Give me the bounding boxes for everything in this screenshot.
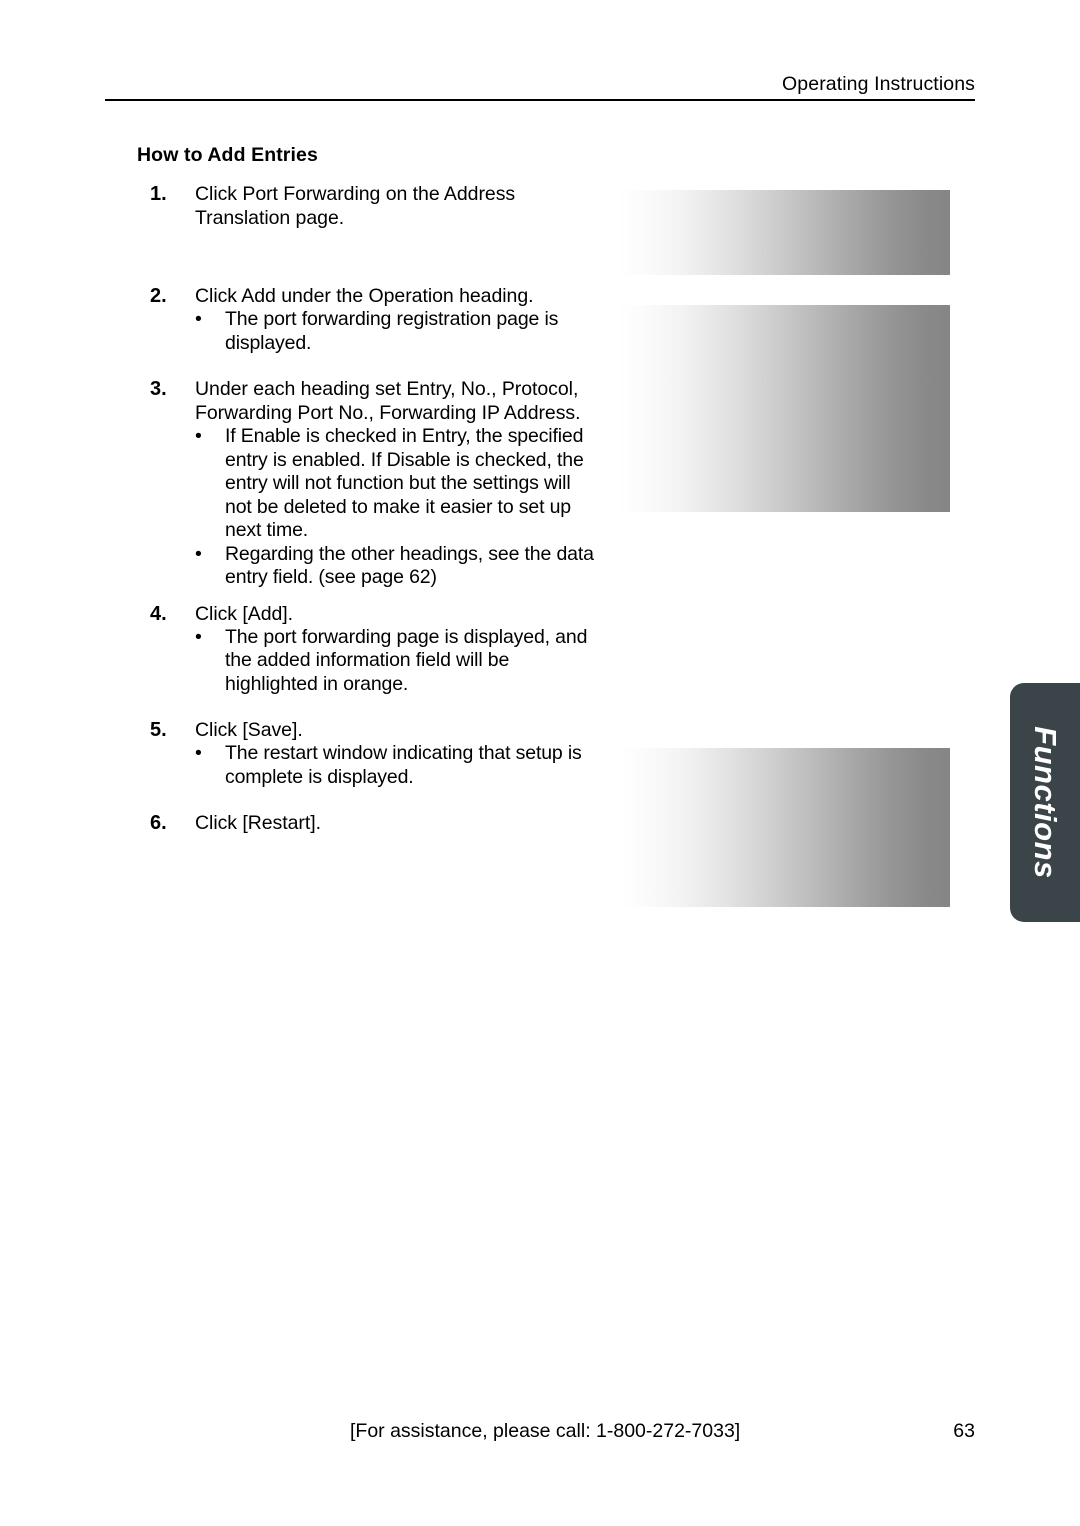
bullet-icon: • xyxy=(195,542,202,565)
step-2: 2. Click Add under the Operation heading… xyxy=(150,284,600,355)
bullet-text: If Enable is checked in Entry, the speci… xyxy=(225,425,584,541)
header-divider xyxy=(105,99,975,101)
section-heading: How to Add Entries xyxy=(137,144,318,166)
page-header: Operating Instructions xyxy=(105,72,975,102)
header-title: Operating Instructions xyxy=(782,73,975,95)
step-4-text: Click [Add]. xyxy=(195,602,294,625)
step-1-text: Click Port Forwarding on the Address Tra… xyxy=(195,183,516,229)
bullet-text: The restart window indicating that setup… xyxy=(225,742,582,788)
step-3-bullets: • If Enable is checked in Entry, the spe… xyxy=(150,425,600,590)
list-item: • Regarding the other headings, see the … xyxy=(150,543,600,590)
step-3-text: Under each heading set Entry, No., Proto… xyxy=(195,378,581,424)
bullet-icon: • xyxy=(195,742,202,764)
bullet-text: Regarding the other headings, see the da… xyxy=(225,542,594,589)
bullet-icon: • xyxy=(195,308,202,330)
step-1-number: 1. xyxy=(150,183,167,205)
step-3-number: 3. xyxy=(150,378,167,400)
steps-list: 1. Click Port Forwarding on the Address … xyxy=(150,182,600,835)
step-2-number: 2. xyxy=(150,285,167,307)
step-4-number: 4. xyxy=(150,602,167,625)
list-item: • The port forwarding registration page … xyxy=(150,308,600,355)
step-2-text: Click Add under the Operation heading. xyxy=(195,285,534,307)
step-5-bullets: • The restart window indicating that set… xyxy=(150,742,600,789)
step-6: 6. Click [Restart]. xyxy=(150,811,600,835)
step-6-text: Click [Restart]. xyxy=(195,812,321,834)
step-5: 5. Click [Save]. • The restart window in… xyxy=(150,718,600,789)
step-2-bullets: • The port forwarding registration page … xyxy=(150,308,600,355)
port-forwarding-registration-page-screenshot xyxy=(618,305,950,512)
list-item: • The restart window indicating that set… xyxy=(150,742,600,789)
restart-window-screenshot xyxy=(620,748,950,907)
step-6-number: 6. xyxy=(150,812,167,834)
list-item: • If Enable is checked in Entry, the spe… xyxy=(150,425,600,543)
step-6-head: 6. Click [Restart]. xyxy=(150,811,600,835)
bullet-text: The port forwarding page is displayed, a… xyxy=(225,625,588,695)
step-3-head: 3. Under each heading set Entry, No., Pr… xyxy=(150,377,600,425)
step-1: 1. Click Port Forwarding on the Address … xyxy=(150,182,600,230)
step-4-head: 4. Click [Add]. xyxy=(150,602,600,626)
page-number: 63 xyxy=(953,1420,975,1442)
bullet-text: The port forwarding registration page is… xyxy=(225,308,559,354)
step-5-head: 5. Click [Save]. xyxy=(150,718,600,742)
step-5-number: 5. xyxy=(150,719,167,741)
step-1-head: 1. Click Port Forwarding on the Address … xyxy=(150,182,600,230)
address-translation-page-screenshot xyxy=(618,190,950,275)
side-tab-label: Functions xyxy=(1028,726,1063,879)
step-5-text: Click [Save]. xyxy=(195,719,303,741)
step-4-bullets: • The port forwarding page is displayed,… xyxy=(150,626,600,697)
bullet-icon: • xyxy=(195,625,202,648)
step-4: 4. Click [Add]. • The port forwarding pa… xyxy=(150,602,600,697)
bullet-icon: • xyxy=(195,425,202,447)
step-2-head: 2. Click Add under the Operation heading… xyxy=(150,284,600,308)
manual-page: Operating Instructions How to Add Entrie… xyxy=(0,0,1080,1526)
footer-assistance-text: [For assistance, please call: 1-800-272-… xyxy=(350,1420,741,1442)
side-tab-functions: Functions xyxy=(1010,683,1080,922)
page-footer: [For assistance, please call: 1-800-272-… xyxy=(105,1418,975,1444)
step-3: 3. Under each heading set Entry, No., Pr… xyxy=(150,377,600,590)
list-item: • The port forwarding page is displayed,… xyxy=(150,626,600,697)
